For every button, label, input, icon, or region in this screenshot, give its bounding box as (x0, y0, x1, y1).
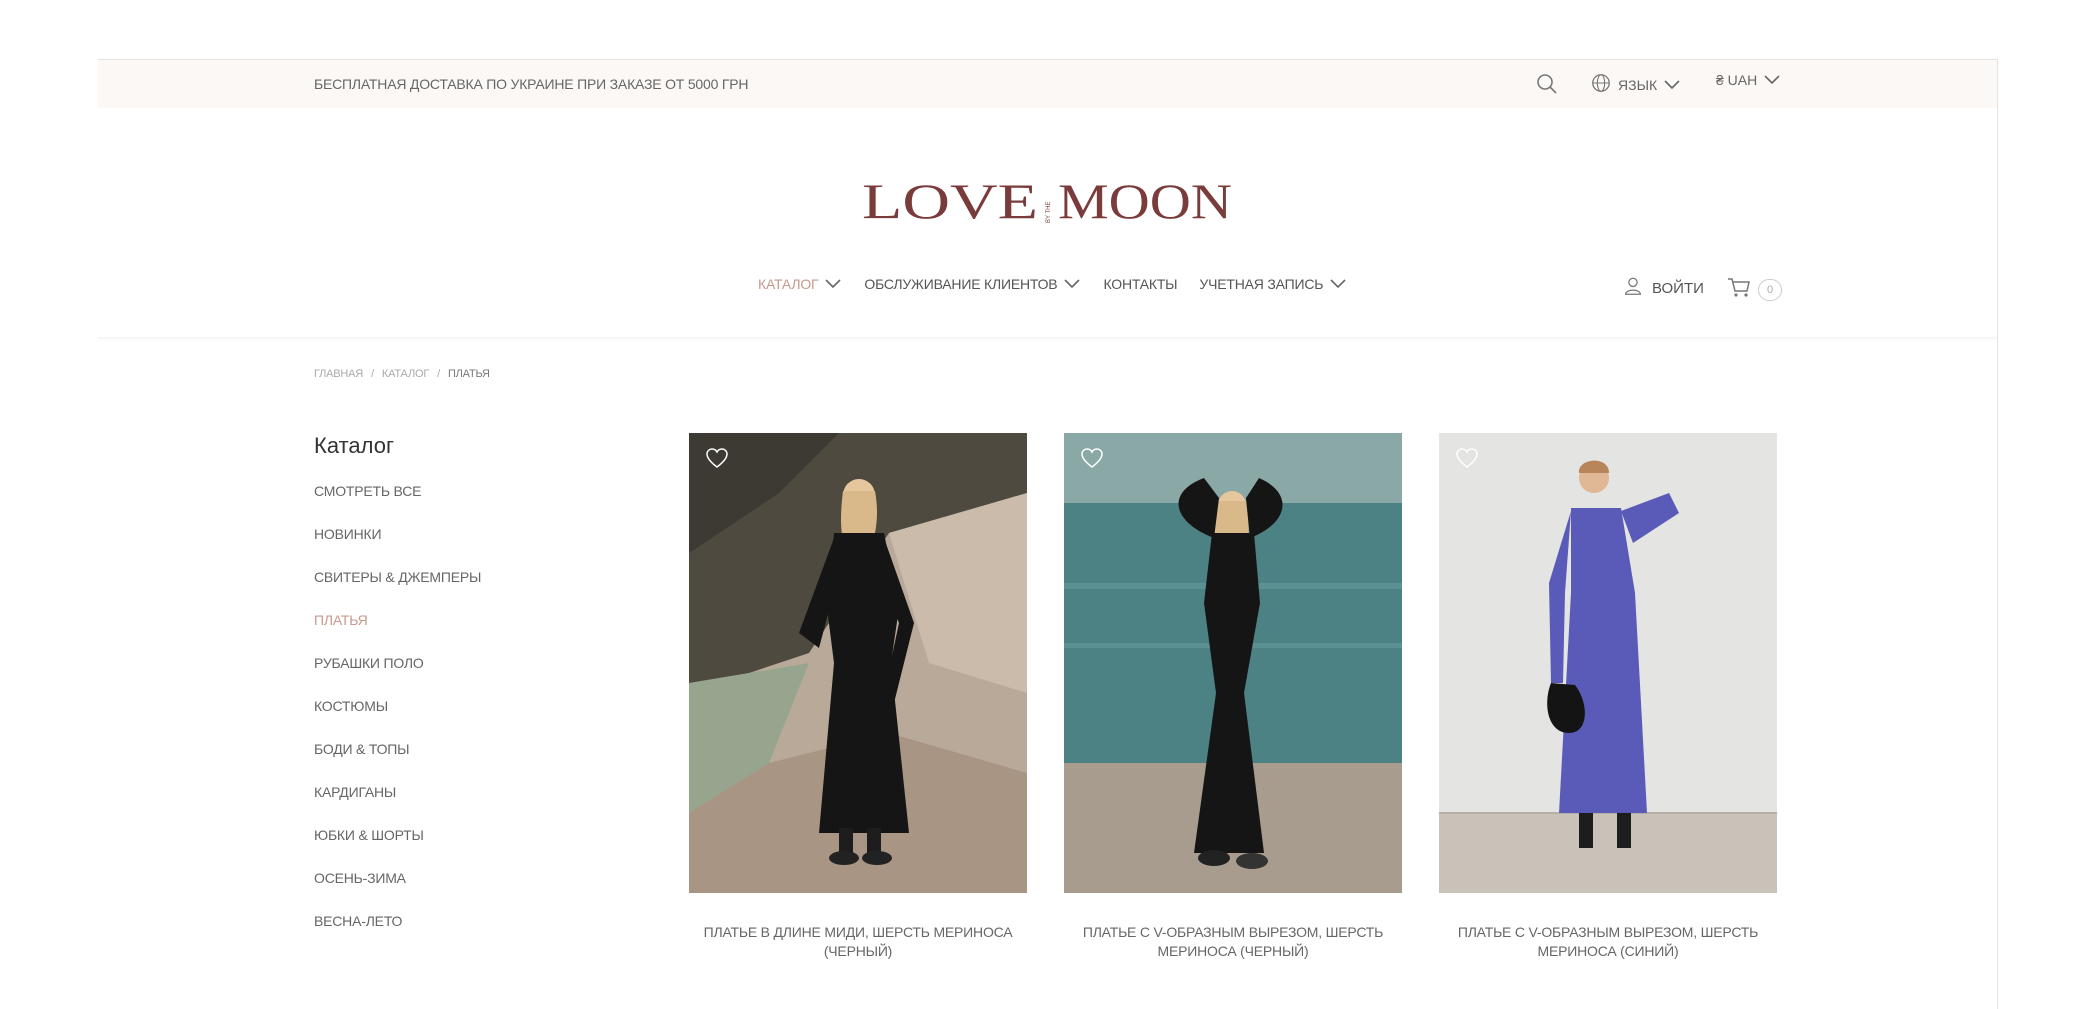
login-link[interactable]: ВОЙТИ (1622, 275, 1704, 301)
product-image[interactable] (1439, 433, 1777, 893)
category-dresses[interactable]: ПЛАТЬЯ (314, 612, 481, 655)
chevron-down-icon (1064, 279, 1081, 289)
globe-icon (1590, 72, 1612, 97)
chevron-down-icon (825, 279, 841, 289)
product-title[interactable]: ПЛАТЬЕ С V-ОБРАЗНЫМ ВЫРЕЗОМ, ШЕРСТЬ МЕРИ… (1064, 923, 1402, 961)
search-icon[interactable] (1535, 72, 1559, 96)
nav-customer-service-label: ОБСЛУЖИВАНИЕ КЛИЕНТОВ (864, 276, 1058, 292)
category-sweaters[interactable]: СВИТЕРЫ & ДЖЕМПЕРЫ (314, 569, 481, 612)
product-card[interactable]: ПЛАТЬЕ С V-ОБРАЗНЫМ ВЫРЕЗОМ, ШЕРСТЬ МЕРИ… (1064, 433, 1402, 961)
user-icon (1622, 275, 1644, 301)
login-label: ВОЙТИ (1652, 279, 1704, 297)
product-card[interactable]: ПЛАТЬЕ В ДЛИНЕ МИДИ, ШЕРСТЬ МЕРИНОСА (ЧЕ… (689, 433, 1027, 961)
breadcrumb-separator: / (371, 368, 374, 380)
category-new[interactable]: НОВИНКИ (314, 526, 481, 569)
brand-logo[interactable]: LOVE BY THE MOON (862, 173, 1232, 229)
nav-contacts[interactable]: КОНТАКТЫ (1103, 276, 1177, 292)
main-nav: КАТАЛОГ ОБСЛУЖИВАНИЕ КЛИЕНТОВ КОНТАКТЫ У… (758, 276, 1369, 292)
cart-count-badge: 0 (1758, 278, 1782, 301)
category-skirts-shorts[interactable]: ЮБКИ & ШОРТЫ (314, 827, 481, 870)
product-title[interactable]: ПЛАТЬЕ С V-ОБРАЗНЫМ ВЫРЕЗОМ, ШЕРСТЬ МЕРИ… (1439, 923, 1777, 961)
nav-catalog[interactable]: КАТАЛОГ (758, 276, 842, 292)
logo-by-the: BY THE (1046, 202, 1052, 223)
category-cardigans[interactable]: КАРДИГАНЫ (314, 784, 481, 827)
product-image[interactable] (1064, 433, 1402, 893)
breadcrumb-separator: / (437, 368, 440, 380)
breadcrumb-current: ПЛАТЬЯ (447, 368, 490, 380)
breadcrumb-catalog[interactable]: КАТАЛОГ (382, 368, 429, 380)
language-label: ЯЗЫК (1618, 76, 1658, 93)
product-title[interactable]: ПЛАТЬЕ В ДЛИНЕ МИДИ, ШЕРСТЬ МЕРИНОСА (ЧЕ… (689, 923, 1027, 961)
catalog-sidebar: Каталог СМОТРЕТЬ ВСЕ НОВИНКИ СВИТЕРЫ & Д… (314, 433, 481, 956)
breadcrumb-home[interactable]: ГЛАВНАЯ (314, 368, 363, 380)
chevron-down-icon (1330, 279, 1346, 289)
wishlist-heart-icon[interactable] (705, 447, 729, 469)
nav-catalog-label: КАТАЛОГ (758, 276, 819, 292)
language-selector[interactable]: ЯЗЫК (1590, 72, 1681, 97)
logo-love: LOVE (862, 178, 1038, 226)
nav-account-label: УЧЕТНАЯ ЗАПИСЬ (1199, 276, 1324, 292)
page-frame: БЕСПЛАТНАЯ ДОСТАВКА ПО УКРАИНЕ ПРИ ЗАКАЗ… (98, 59, 1998, 1009)
product-card[interactable]: ПЛАТЬЕ С V-ОБРАЗНЫМ ВЫРЕЗОМ, ШЕРСТЬ МЕРИ… (1439, 433, 1777, 961)
currency-label: ₴ UAH (1716, 72, 1758, 88)
nav-customer-service[interactable]: ОБСЛУЖИВАНИЕ КЛИЕНТОВ (864, 276, 1081, 292)
cart-icon (1726, 275, 1752, 304)
category-spring-summer[interactable]: ВЕСНА-ЛЕТО (314, 913, 481, 956)
logo-moon: MOON (1058, 178, 1232, 226)
product-image[interactable] (689, 433, 1027, 893)
category-polo[interactable]: РУБАШКИ ПОЛО (314, 655, 481, 698)
category-autumn-winter[interactable]: ОСЕНЬ-ЗИМА (314, 870, 481, 913)
shipping-promo-text: БЕСПЛАТНАЯ ДОСТАВКА ПО УКРАИНЕ ПРИ ЗАКАЗ… (314, 76, 749, 92)
wishlist-heart-icon[interactable] (1080, 447, 1104, 469)
nav-account[interactable]: УЧЕТНАЯ ЗАПИСЬ (1199, 276, 1347, 292)
breadcrumb: ГЛАВНАЯ / КАТАЛОГ / ПЛАТЬЯ (314, 368, 490, 380)
category-list: СМОТРЕТЬ ВСЕ НОВИНКИ СВИТЕРЫ & ДЖЕМПЕРЫ … (314, 483, 481, 956)
nav-contacts-label: КОНТАКТЫ (1103, 276, 1178, 292)
cart-button[interactable]: 0 (1726, 275, 1782, 304)
category-suits[interactable]: КОСТЮМЫ (314, 698, 481, 741)
wishlist-heart-icon[interactable] (1455, 447, 1479, 469)
announcement-bar: БЕСПЛАТНАЯ ДОСТАВКА ПО УКРАИНЕ ПРИ ЗАКАЗ… (98, 60, 1997, 108)
category-view-all[interactable]: СМОТРЕТЬ ВСЕ (314, 483, 481, 526)
currency-selector[interactable]: ₴ UAH (1716, 72, 1781, 88)
chevron-down-icon (1764, 75, 1780, 85)
category-bodies-tops[interactable]: БОДИ & ТОПЫ (314, 741, 481, 784)
header-divider (98, 337, 1997, 341)
chevron-down-icon (1664, 79, 1680, 89)
sidebar-title: Каталог (314, 433, 394, 458)
